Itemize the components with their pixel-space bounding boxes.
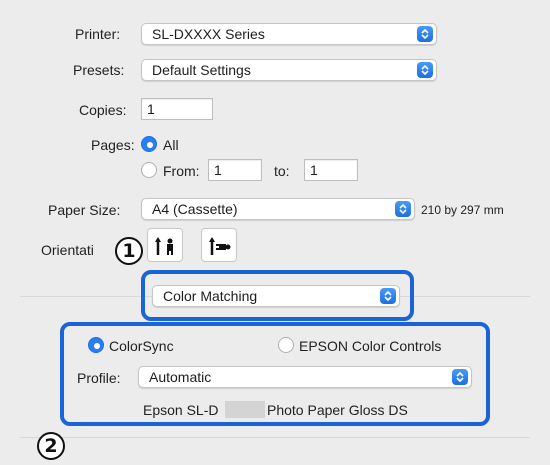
landscape-orientation-button[interactable] [201,228,237,262]
printer-value: SL-DXXXX Series [152,26,265,42]
portrait-person-icon [155,237,173,255]
colorsync-radio[interactable] [88,337,104,353]
separator [20,437,530,438]
copies-label: Copies: [79,102,127,118]
profile-name-left: Epson SL-D [143,402,219,418]
presets-value: Default Settings [152,62,251,78]
redacted-block [225,401,265,418]
callout-2: 2 [37,432,65,460]
pages-all-radio[interactable] [141,136,157,152]
profile-label: Profile: [77,370,121,386]
orientation-label: Orientati [41,242,94,258]
profile-value: Automatic [149,369,212,385]
printer-label: Printer: [75,26,121,42]
profile-name-right: Photo Paper Gloss DS [267,402,408,418]
profile-popup[interactable]: Automatic [138,366,472,388]
pages-to-field[interactable]: 1 [304,159,358,181]
paper-size-value: A4 (Cassette) [152,201,238,217]
panel-value: Color Matching [163,288,258,304]
epson-color-controls-label: EPSON Color Controls [299,338,442,354]
paper-size-popup[interactable]: A4 (Cassette) [141,198,415,220]
pages-label: Pages: [91,137,135,153]
epson-color-controls-radio[interactable] [278,337,294,353]
colorsync-label: ColorSync [109,338,174,354]
printer-popup[interactable]: SL-DXXXX Series [141,23,437,45]
pages-from-field[interactable]: 1 [208,159,262,181]
presets-popup[interactable]: Default Settings [141,59,437,81]
callout-1: 1 [115,237,143,265]
pages-to-label: to: [274,163,290,179]
panel-popup[interactable]: Color Matching [152,285,400,307]
popup-stepper-icon [452,369,468,385]
pages-all-label: All [163,137,179,153]
pages-from-label: From: [163,163,200,179]
paper-size-label: Paper Size: [48,202,121,218]
paper-dimensions: 210 by 297 mm [421,203,504,217]
popup-stepper-icon [417,62,433,78]
popup-stepper-icon [417,26,433,42]
portrait-orientation-button[interactable] [147,228,183,262]
presets-label: Presets: [73,62,125,78]
landscape-person-icon [209,237,231,255]
popup-stepper-icon [380,288,396,304]
popup-stepper-icon [395,201,411,217]
pages-from-radio[interactable] [141,162,157,178]
copies-field[interactable]: 1 [141,98,213,120]
